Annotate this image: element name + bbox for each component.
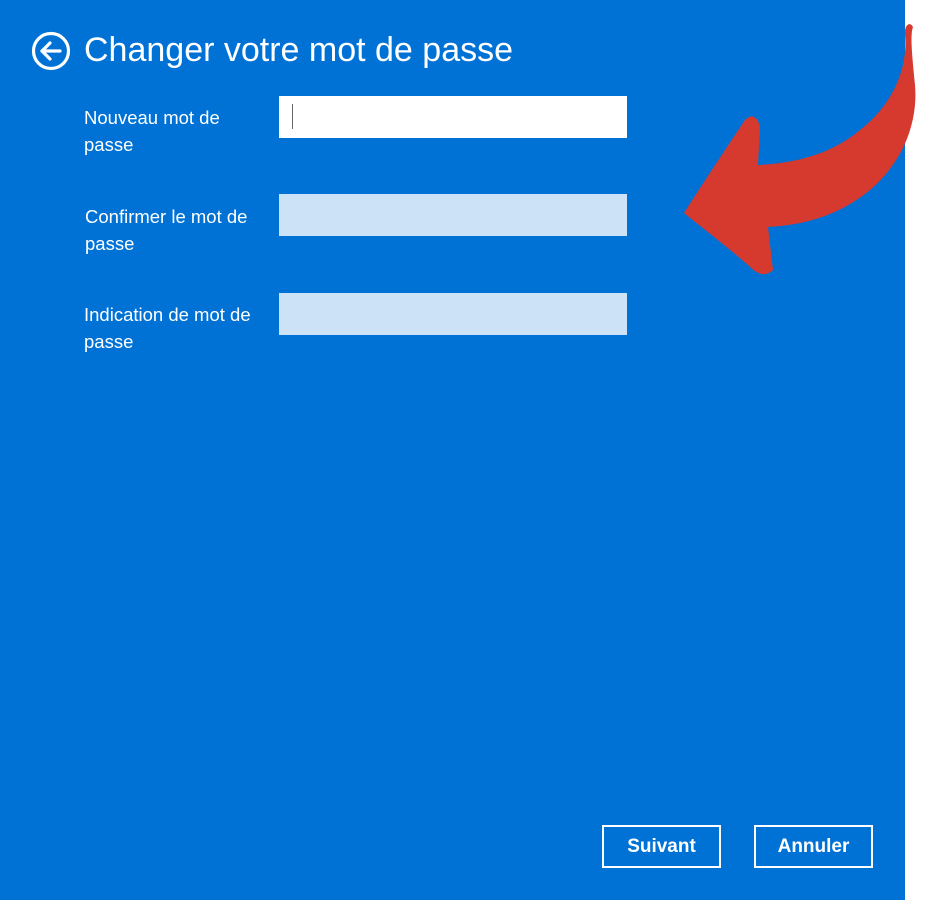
new-password-label: Nouveau mot de passe xyxy=(84,107,220,155)
cancel-button[interactable]: Annuler xyxy=(754,825,873,868)
new-password-input[interactable] xyxy=(279,96,627,138)
page: Changer votre mot de passe Nouveau mot d… xyxy=(0,0,929,900)
back-button[interactable] xyxy=(31,31,71,71)
red-curved-arrow-icon xyxy=(684,24,916,275)
next-button[interactable]: Suivant xyxy=(602,825,721,868)
back-arrow-circle-icon xyxy=(31,31,71,71)
confirm-password-label: Confirmer le mot de passe xyxy=(85,206,248,254)
password-hint-input[interactable] xyxy=(279,293,627,335)
confirm-password-input[interactable] xyxy=(279,194,627,236)
page-title: Changer votre mot de passe xyxy=(84,31,514,69)
password-hint-label: Indication de mot de passe xyxy=(84,304,251,352)
text-caret xyxy=(292,104,293,129)
